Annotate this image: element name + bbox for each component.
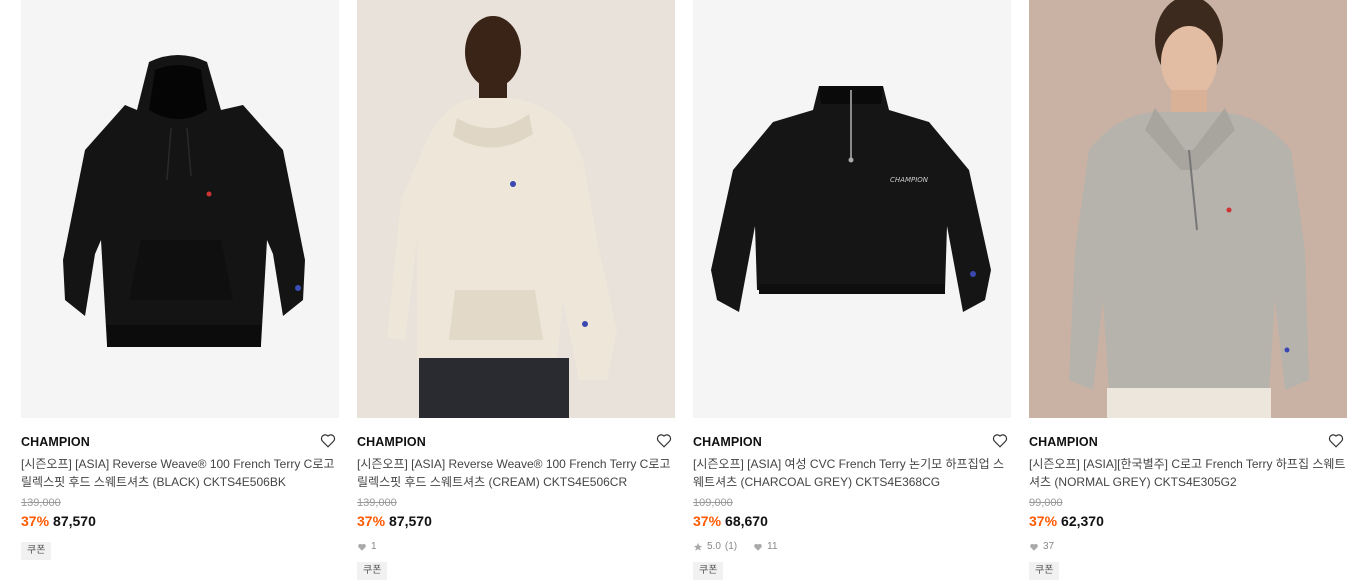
- product-stats: 37: [1029, 540, 1347, 554]
- product-image[interactable]: [21, 0, 339, 418]
- price-row: 37% 62,370: [1029, 512, 1347, 530]
- product-grid: CHAMPION [시즌오프] [ASIA] Reverse Weave® 10…: [0, 0, 1354, 582]
- like-heart-icon: [358, 543, 366, 551]
- like-count: 11: [767, 541, 778, 552]
- sale-price: 68,670: [725, 513, 768, 529]
- sale-price: 87,570: [53, 513, 96, 529]
- original-price: 99,000: [1029, 497, 1063, 509]
- discount-rate: 37%: [693, 513, 722, 529]
- product-image-charcoal-halfzip: CHAMPION: [693, 0, 1011, 418]
- brand-name[interactable]: CHAMPION: [357, 435, 426, 449]
- product-card[interactable]: CHAMPION [시즌오프] [ASIA][한국별주] C로고 French …: [1029, 0, 1347, 582]
- product-image[interactable]: CHAMPION: [693, 0, 1011, 418]
- coupon-badge: 쿠폰: [21, 542, 52, 560]
- brand-name[interactable]: CHAMPION: [693, 435, 762, 449]
- rating-score: 5.0: [707, 541, 721, 552]
- wishlist-heart-icon[interactable]: [1327, 431, 1345, 449]
- product-image-black-hoodie: [21, 0, 339, 418]
- discount-rate: 37%: [1029, 513, 1058, 529]
- price-row: 37% 87,570: [357, 512, 675, 530]
- product-card[interactable]: CHAMPION [시즌오프] [ASIA] Reverse Weave® 10…: [357, 0, 675, 582]
- product-name[interactable]: [시즌오프] [ASIA] Reverse Weave® 100 French …: [21, 455, 339, 491]
- discount-rate: 37%: [357, 513, 386, 529]
- wishlist-heart-icon[interactable]: [655, 431, 673, 449]
- coupon-badge: 쿠폰: [1029, 562, 1060, 580]
- price-row: 37% 87,570: [21, 512, 339, 530]
- like-heart-icon: [1030, 543, 1038, 551]
- product-name[interactable]: [시즌오프] [ASIA] 여성 CVC French Terry 논기모 하프…: [693, 455, 1011, 491]
- original-price: 139,000: [357, 497, 397, 509]
- original-price: 139,000: [21, 497, 61, 509]
- product-image[interactable]: [1029, 0, 1347, 418]
- like-count: 37: [1043, 541, 1055, 552]
- sale-price: 62,370: [1061, 513, 1104, 529]
- brand-name[interactable]: CHAMPION: [21, 435, 90, 449]
- sale-price: 87,570: [389, 513, 432, 529]
- original-price: 109,000: [693, 497, 733, 509]
- product-image[interactable]: [357, 0, 675, 418]
- product-stats: 5.0 (1) 11: [693, 540, 1011, 554]
- coupon-badge: 쿠폰: [357, 562, 388, 580]
- product-name[interactable]: [시즌오프] [ASIA] Reverse Weave® 100 French …: [357, 455, 675, 491]
- svg-text:CHAMPION: CHAMPION: [890, 176, 929, 184]
- like-heart-icon: [754, 543, 762, 551]
- wishlist-heart-icon[interactable]: [319, 431, 337, 449]
- brand-name[interactable]: CHAMPION: [1029, 435, 1098, 449]
- product-card[interactable]: CHAMPION CHAMPION [시즌오프] [ASIA] 여성 CVC F…: [693, 0, 1011, 582]
- product-name[interactable]: [시즌오프] [ASIA][한국별주] C로고 French Terry 하프집…: [1029, 455, 1347, 491]
- star-icon: [693, 542, 703, 551]
- wishlist-heart-icon[interactable]: [991, 431, 1009, 449]
- like-count: 1: [371, 541, 377, 552]
- discount-rate: 37%: [21, 513, 50, 529]
- review-count: (1): [724, 541, 738, 552]
- product-stats: 1: [357, 540, 675, 554]
- product-card[interactable]: CHAMPION [시즌오프] [ASIA] Reverse Weave® 10…: [21, 0, 339, 582]
- product-image-cream-hoodie: [357, 0, 675, 418]
- product-image-grey-halfzip: [1029, 0, 1347, 418]
- price-row: 37% 68,670: [693, 512, 1011, 530]
- coupon-badge: 쿠폰: [693, 562, 724, 580]
